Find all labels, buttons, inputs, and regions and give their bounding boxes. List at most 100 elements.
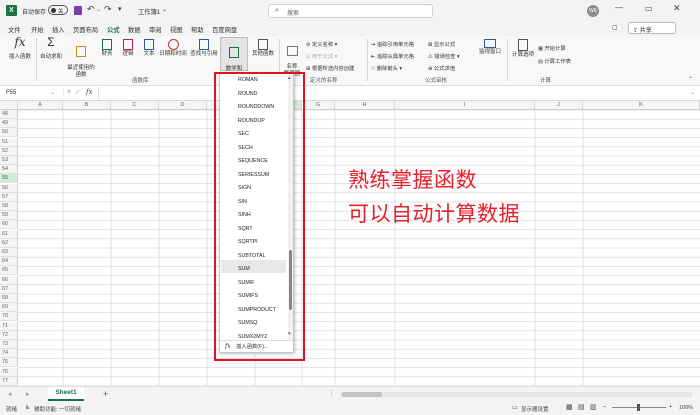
autosum-button[interactable]: Σ 自动求和 xyxy=(38,36,64,61)
customize-qat-icon[interactable]: ▾ xyxy=(118,5,122,13)
comment-icon[interactable]: ▢ xyxy=(612,24,618,31)
tab-insert[interactable]: 插入 xyxy=(52,25,65,34)
row-header-52[interactable]: 52 xyxy=(0,146,18,156)
zoom-out-icon[interactable]: − xyxy=(603,404,606,410)
text-button[interactable]: 文本 xyxy=(139,39,159,58)
normal-view-icon[interactable]: ▦ xyxy=(566,403,573,411)
row-header-54[interactable]: 54 xyxy=(0,165,18,175)
row-header-63[interactable]: 63 xyxy=(0,248,18,257)
zoom-slider[interactable] xyxy=(612,404,666,411)
maximize-icon[interactable]: ▭ xyxy=(645,4,653,13)
datetime-button[interactable]: 日期和时间 xyxy=(158,39,188,58)
close-icon[interactable]: ✕ xyxy=(673,3,681,14)
search-box[interactable]: ⌕ 搜索 xyxy=(268,4,433,18)
redo-icon[interactable]: ↷ xyxy=(104,4,112,15)
sheet-tab-sheet1[interactable]: Sheet1 xyxy=(48,387,84,401)
title-dropdown-icon[interactable]: ⌄ xyxy=(162,6,167,13)
row-header-71[interactable]: 71 xyxy=(0,321,18,331)
row-header-75[interactable]: 75 xyxy=(0,358,18,368)
row-header-77[interactable]: 77 xyxy=(0,376,18,386)
row-header-58[interactable]: 58 xyxy=(0,202,18,211)
zoom-slider-thumb[interactable] xyxy=(637,404,640,411)
watch-window-button[interactable]: 监视窗口 xyxy=(476,39,504,56)
row-header-72[interactable]: 72 xyxy=(0,330,18,340)
row-header-66[interactable]: 66 xyxy=(0,275,18,285)
row-header-59[interactable]: 59 xyxy=(0,211,18,221)
more-functions-button[interactable]: 其他函数 xyxy=(250,39,276,58)
tab-data[interactable]: 数据 xyxy=(128,25,141,34)
row-header-74[interactable]: 74 xyxy=(0,349,18,359)
row-header-65[interactable]: 65 xyxy=(0,266,18,276)
zoom-level[interactable]: 100% xyxy=(679,405,693,411)
zoom-in-icon[interactable]: + xyxy=(669,404,672,410)
expand-formula-icon[interactable]: ⌄ xyxy=(690,89,695,96)
col-header-j[interactable]: J xyxy=(535,101,583,110)
row-header-61[interactable]: 61 xyxy=(0,229,18,239)
cancel-icon[interactable]: ✕ xyxy=(66,88,72,96)
share-button[interactable]: ⇪ 共享 xyxy=(628,22,676,34)
financial-button[interactable]: 财务 xyxy=(97,39,117,58)
evaluate-formula-button[interactable]: ⊕ 公式求值 xyxy=(428,64,455,72)
row-header-56[interactable]: 56 xyxy=(0,183,18,193)
tab-home[interactable]: 开始 xyxy=(31,25,44,34)
logical-button[interactable]: 逻辑 xyxy=(118,39,138,58)
col-header-a[interactable]: A xyxy=(18,101,63,110)
remove-arrows-button[interactable]: ⤫ 删除箭头 ▾ xyxy=(371,64,402,73)
calculate-now-button[interactable]: ▦ 开始计算 xyxy=(538,44,566,52)
row-header-60[interactable]: 60 xyxy=(0,220,18,230)
page-break-view-icon[interactable]: ▥ xyxy=(590,403,597,411)
enter-icon[interactable]: ✓ xyxy=(75,88,81,96)
display-settings-button[interactable]: 显示器设置 xyxy=(521,405,549,413)
add-sheet-icon[interactable]: + xyxy=(103,389,108,399)
tab-baidu[interactable]: 百度网盘 xyxy=(212,25,237,34)
formula-input[interactable] xyxy=(98,87,686,99)
worksheet-grid[interactable]: A B C D E F G H I J K 484950515253545556… xyxy=(0,101,700,386)
col-header-i[interactable]: I xyxy=(395,101,535,110)
more-sheets-icon[interactable]: ⋮ xyxy=(328,389,335,397)
tab-help[interactable]: 帮助 xyxy=(191,25,204,34)
col-header-d[interactable]: D xyxy=(159,101,207,110)
fx-button[interactable]: fx xyxy=(86,88,93,96)
use-in-formula-button[interactable]: ⊡ 用于公式 ▾ xyxy=(306,52,337,60)
tab-review[interactable]: 审阅 xyxy=(149,25,162,34)
tab-file[interactable]: 文件 xyxy=(8,25,21,34)
trace-dependents-button[interactable]: ⇤ 追踪从属单元格 xyxy=(371,52,414,60)
scroll-sheets-left-icon[interactable]: ◂ xyxy=(8,390,12,398)
create-from-selection-button[interactable]: ⊞ 根据所选内容创建 xyxy=(306,64,354,72)
name-box[interactable]: F55 xyxy=(4,88,50,99)
col-header-h[interactable]: H xyxy=(335,101,395,110)
row-header-51[interactable]: 51 xyxy=(0,137,18,147)
autosave-toggle[interactable]: 关 xyxy=(48,5,68,15)
select-all-corner[interactable] xyxy=(0,101,18,110)
error-checking-button[interactable]: ⚠ 错误检查 ▾ xyxy=(428,52,460,60)
row-header-64[interactable]: 64 xyxy=(0,257,18,267)
tab-formulas[interactable]: 公式 xyxy=(106,25,121,37)
row-header-50[interactable]: 50 xyxy=(0,128,18,138)
recent-functions-button[interactable]: 最近使用的 函数 xyxy=(66,39,96,79)
define-name-button[interactable]: ⊘ 定义名称 ▾ xyxy=(306,40,337,48)
row-header-55[interactable]: 55 xyxy=(0,174,18,184)
save-icon[interactable] xyxy=(74,6,82,15)
collapse-ribbon-icon[interactable]: ⌃ xyxy=(688,76,693,83)
row-header-70[interactable]: 70 xyxy=(0,312,18,322)
page-layout-view-icon[interactable]: ▤ xyxy=(578,403,585,411)
undo-dropdown-icon[interactable]: ⌄ xyxy=(96,6,101,13)
row-header-62[interactable]: 62 xyxy=(0,238,18,248)
calc-options-button[interactable]: 计算选项 xyxy=(510,39,536,59)
col-header-g[interactable]: G xyxy=(302,101,335,110)
col-header-k[interactable]: K xyxy=(583,101,700,110)
row-header-69[interactable]: 69 xyxy=(0,303,18,313)
row-header-67[interactable]: 67 xyxy=(0,284,18,294)
avatar[interactable]: WE xyxy=(587,5,599,17)
math-trig-button[interactable]: 数学和 三角函数 xyxy=(220,37,248,79)
scroll-sheets-right-icon[interactable]: ▸ xyxy=(26,390,30,398)
row-header-48[interactable]: 48 xyxy=(0,110,18,119)
tab-view[interactable]: 视图 xyxy=(170,25,183,34)
row-header-49[interactable]: 49 xyxy=(0,119,18,129)
row-header-73[interactable]: 73 xyxy=(0,340,18,349)
row-header-53[interactable]: 53 xyxy=(0,156,18,165)
col-header-c[interactable]: C xyxy=(111,101,159,110)
show-formulas-button[interactable]: ⊠ 显示公式 xyxy=(428,40,455,48)
name-box-dropdown-icon[interactable]: ⌄ xyxy=(50,89,55,96)
row-header-68[interactable]: 68 xyxy=(0,294,18,303)
